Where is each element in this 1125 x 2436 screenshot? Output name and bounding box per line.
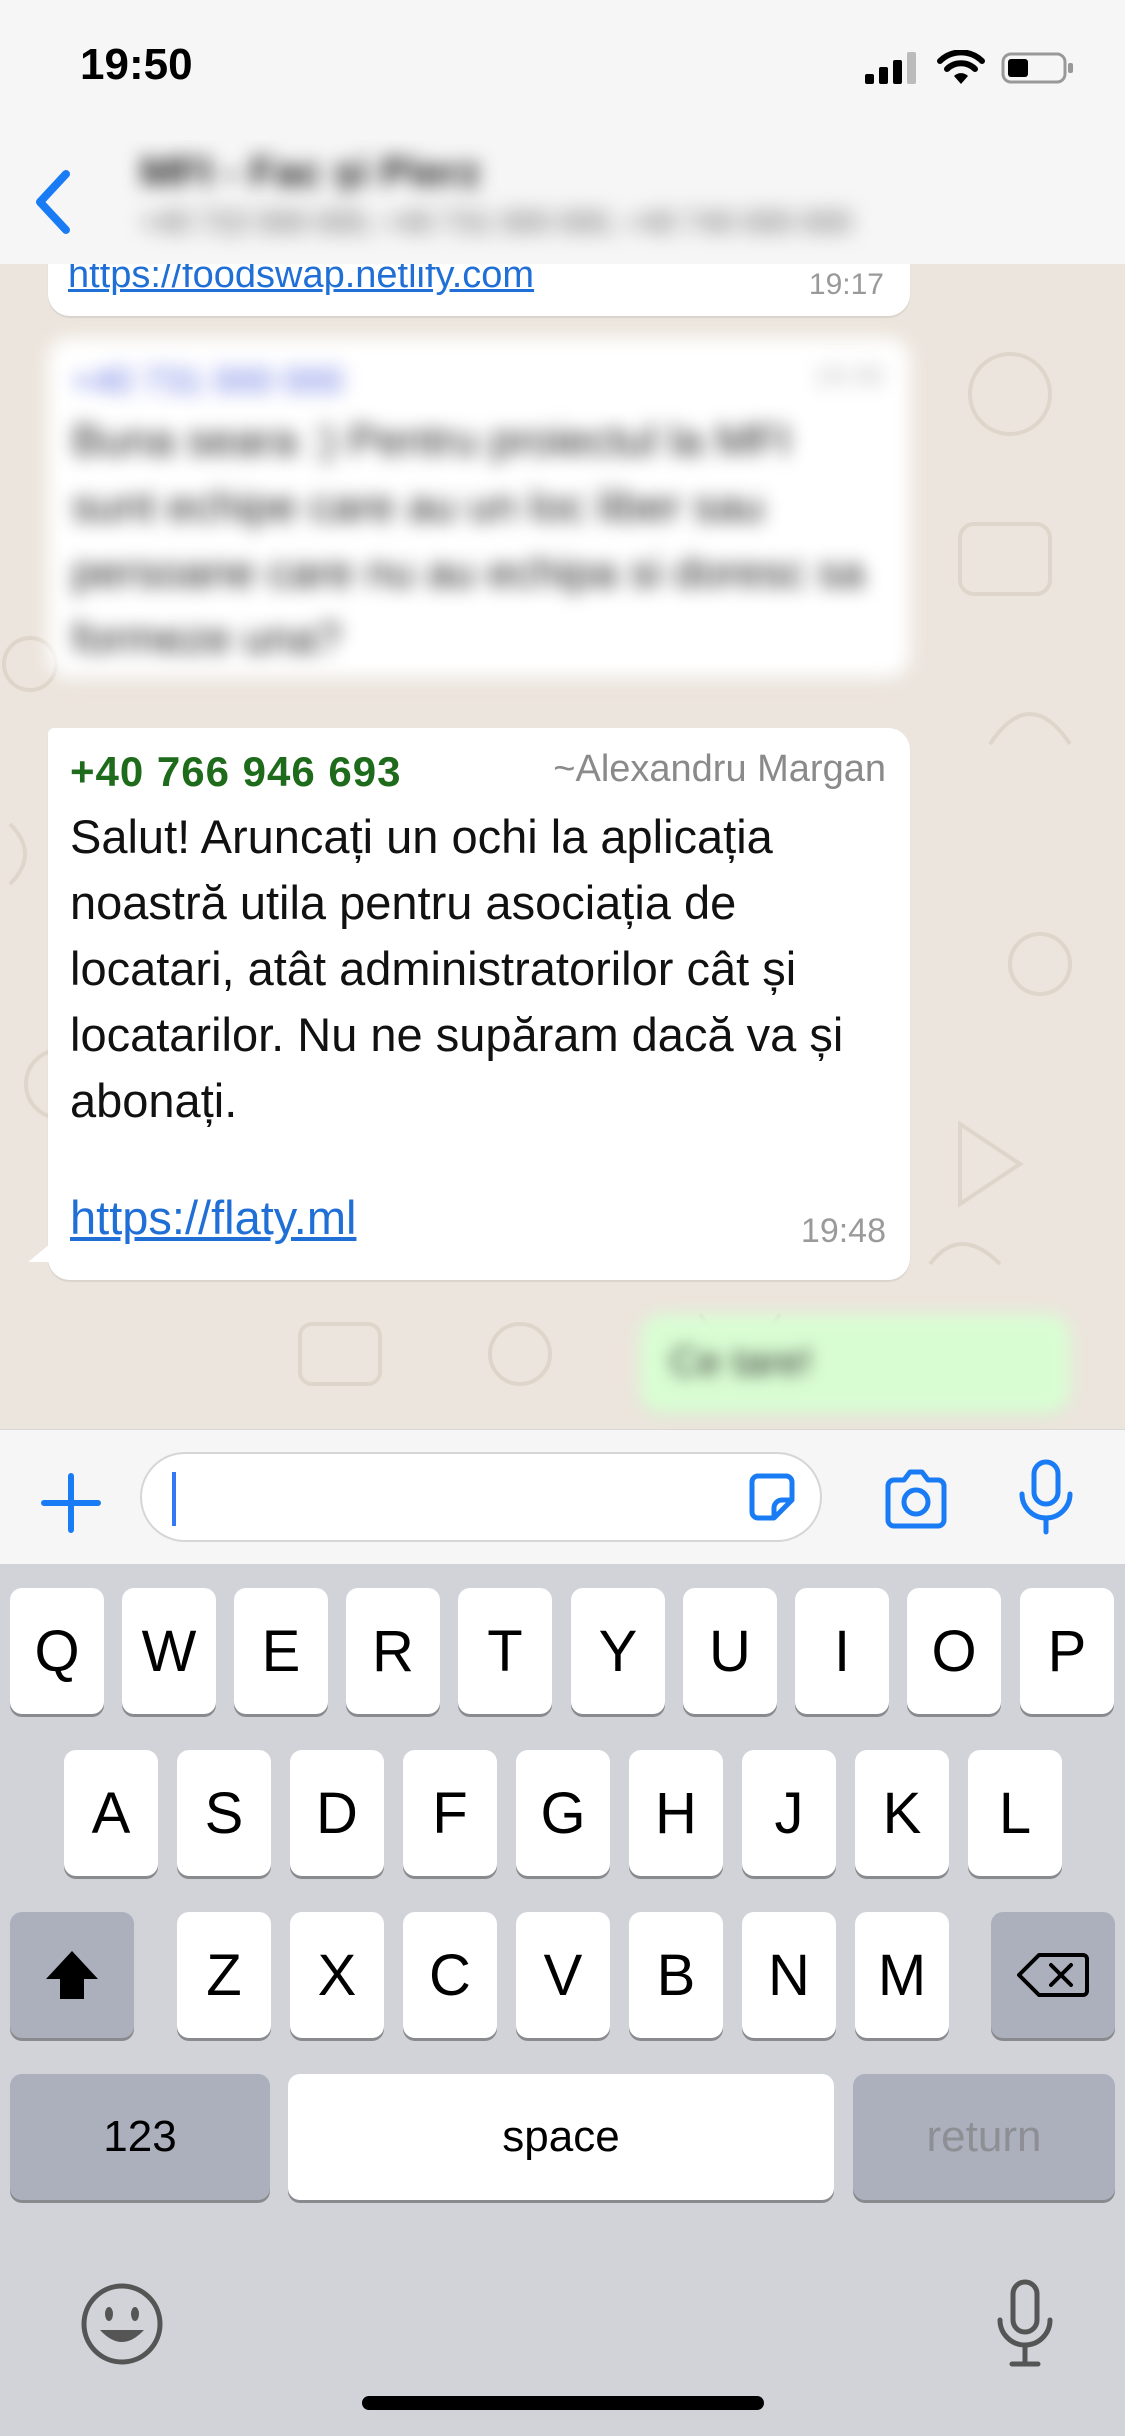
message-sender: +40 731 000 000 [72, 360, 344, 401]
home-indicator[interactable] [362, 2396, 764, 2410]
message-bubble-blurred: +40 731 000 000 19:30 Buna seara :) Pent… [48, 338, 910, 678]
message-sender-name: ~Alexandru Margan [553, 748, 886, 790]
shift-key[interactable] [10, 1912, 134, 2038]
return-key[interactable]: return [853, 2074, 1115, 2200]
message-time: 19:17 [808, 268, 884, 301]
bubble-tail [28, 1244, 50, 1262]
key-u[interactable]: U [683, 1588, 777, 1714]
key-p[interactable]: P [1020, 1588, 1114, 1714]
key-c[interactable]: C [403, 1912, 497, 2038]
key-k[interactable]: K [855, 1750, 949, 1876]
key-n[interactable]: N [742, 1912, 836, 2038]
key-j[interactable]: J [742, 1750, 836, 1876]
emoji-icon[interactable] [72, 2274, 172, 2374]
key-z[interactable]: Z [177, 1912, 271, 2038]
key-o[interactable]: O [907, 1588, 1001, 1714]
wifi-icon [937, 50, 985, 84]
message-list[interactable]: https://foodswap.netlify.com 19:17 +40 7… [0, 264, 1125, 1429]
key-r[interactable]: R [346, 1588, 440, 1714]
key-h[interactable]: H [629, 1750, 723, 1876]
numbers-key[interactable]: 123 [10, 2074, 270, 2200]
backspace-key[interactable] [991, 1912, 1115, 2038]
camera-icon[interactable] [880, 1464, 952, 1536]
message-sender-phone[interactable]: +40 766 946 693 [70, 748, 401, 796]
text-caret [172, 1472, 176, 1526]
message-text: Salut! Aruncați un ochi la aplicația noa… [70, 810, 844, 1127]
key-g[interactable]: G [516, 1750, 610, 1876]
message-time: 19:48 [800, 1212, 886, 1250]
microphone-icon[interactable] [1010, 1458, 1082, 1538]
message-time: 19:30 [813, 360, 884, 391]
message-text: Buna seara :) Pentru proiectul la MFI su… [72, 416, 865, 663]
dictation-icon[interactable] [990, 2274, 1060, 2374]
backspace-icon [1017, 1953, 1089, 1997]
message-text: Ce tare! [670, 1340, 813, 1384]
message-bubble[interactable]: +40 766 946 693 ~Alexandru Margan Salut!… [28, 728, 910, 1280]
key-a[interactable]: A [64, 1750, 158, 1876]
key-b[interactable]: B [629, 1912, 723, 2038]
chat-participants: +40 722 000 000, +40 731 000 000, +40 74… [140, 206, 852, 239]
key-w[interactable]: W [122, 1588, 216, 1714]
key-q[interactable]: Q [10, 1588, 104, 1714]
message-input[interactable] [140, 1452, 822, 1542]
key-v[interactable]: V [516, 1912, 610, 2038]
space-key[interactable]: space [288, 2074, 834, 2200]
message-link[interactable]: https://flaty.ml [70, 1190, 356, 1245]
status-bar: 19:50 [0, 0, 1125, 140]
message-composer [0, 1429, 1125, 1565]
battery-icon [1001, 52, 1073, 84]
key-t[interactable]: T [458, 1588, 552, 1714]
key-l[interactable]: L [968, 1750, 1062, 1876]
status-time: 19:50 [80, 40, 193, 89]
sticker-icon[interactable] [744, 1470, 800, 1526]
signal-icon [865, 52, 916, 84]
message-link[interactable]: https://foodswap.netlify.com [68, 264, 534, 297]
chevron-left-icon[interactable] [24, 162, 84, 242]
status-icons [865, 50, 1075, 86]
key-s[interactable]: S [177, 1750, 271, 1876]
message-bubble: https://foodswap.netlify.com 19:17 [48, 264, 910, 316]
outgoing-message-bubble: Ce tare! [640, 1314, 1070, 1414]
plus-icon[interactable] [36, 1468, 106, 1538]
key-e[interactable]: E [234, 1588, 328, 1714]
shift-icon [46, 1951, 98, 1999]
chat-title[interactable]: MFI - Fac și Pierz [140, 148, 481, 196]
key-m[interactable]: M [855, 1912, 949, 2038]
key-y[interactable]: Y [571, 1588, 665, 1714]
chat-header: MFI - Fac și Pierz +40 722 000 000, +40 … [0, 140, 1125, 265]
key-i[interactable]: I [795, 1588, 889, 1714]
key-x[interactable]: X [290, 1912, 384, 2038]
key-f[interactable]: F [403, 1750, 497, 1876]
key-d[interactable]: D [290, 1750, 384, 1876]
